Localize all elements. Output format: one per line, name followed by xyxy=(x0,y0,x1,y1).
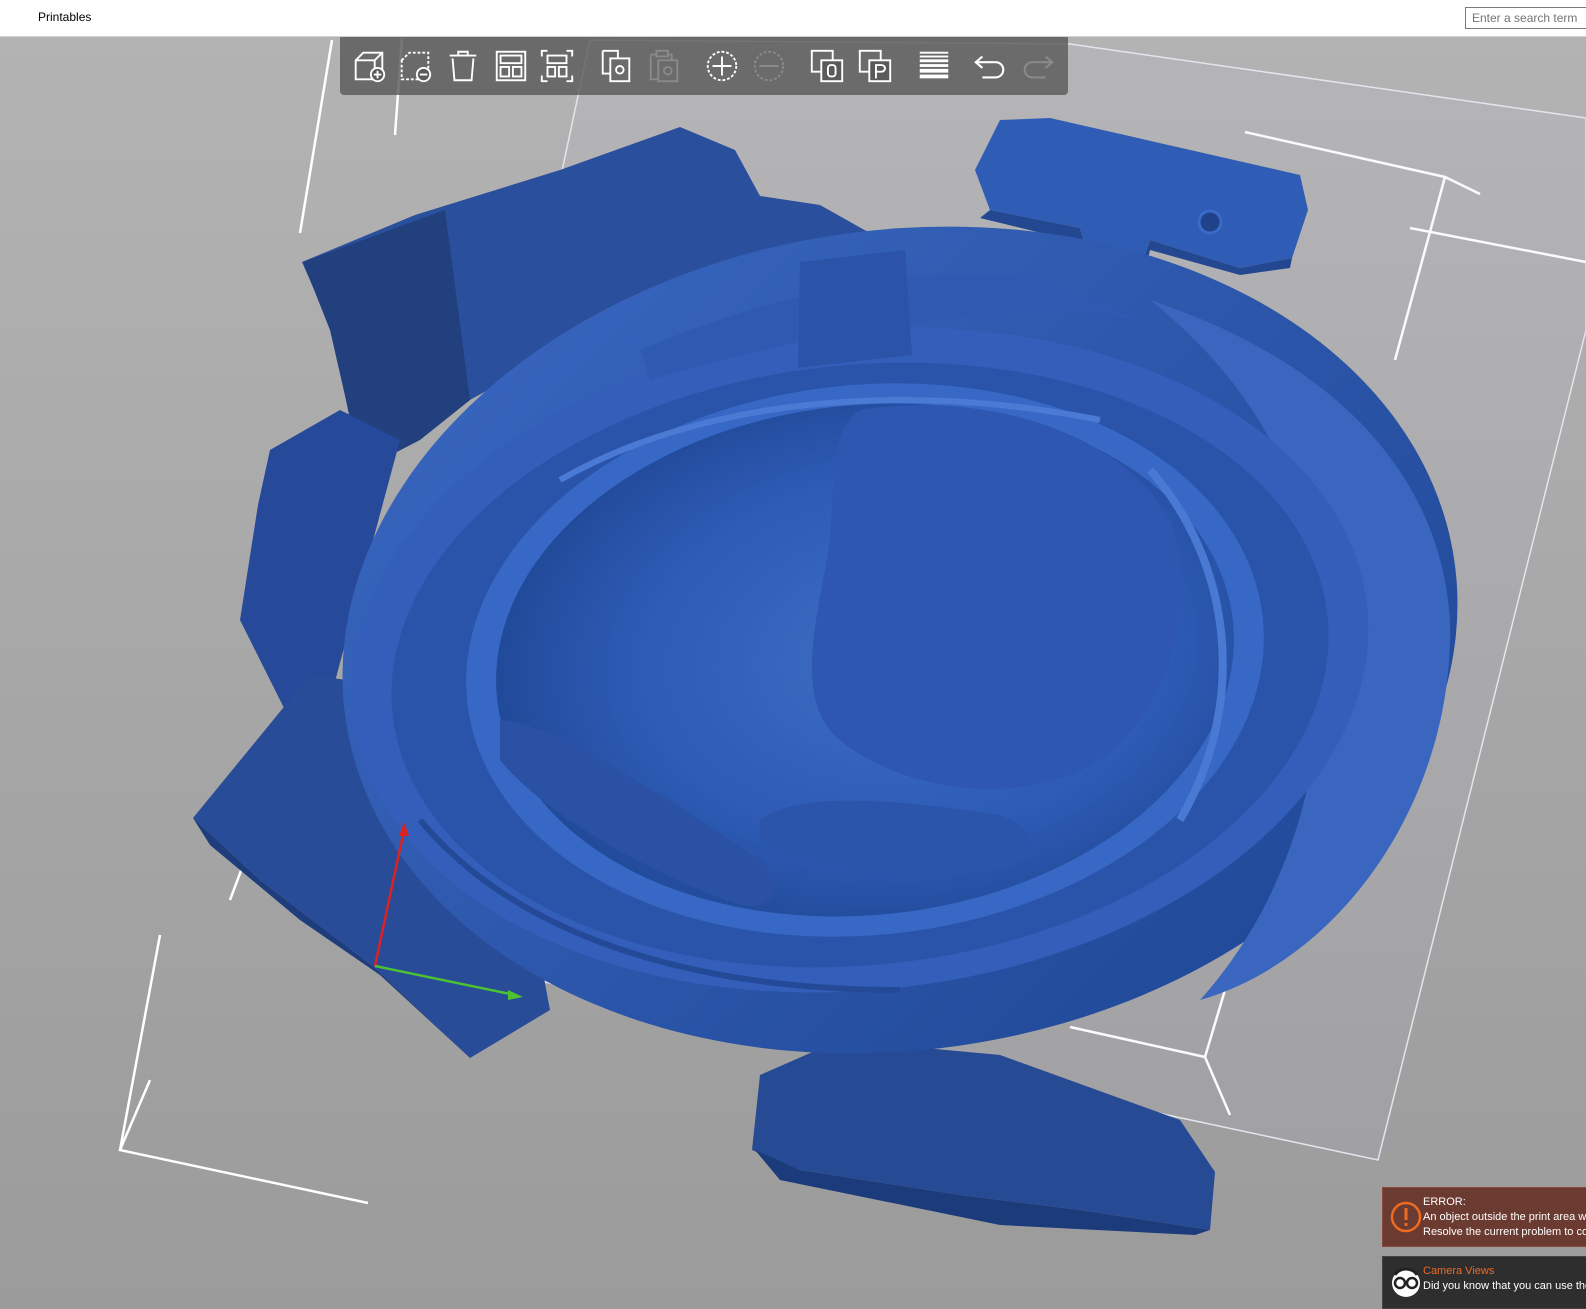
error-icon xyxy=(1390,1201,1422,1233)
add-button[interactable] xyxy=(348,45,390,87)
remove-instance-icon xyxy=(753,50,785,82)
split-objects-icon xyxy=(810,49,844,83)
split-objects-button[interactable] xyxy=(806,45,848,87)
delete-icon xyxy=(400,51,432,83)
delete-button[interactable] xyxy=(394,45,436,87)
split-parts-icon xyxy=(858,49,892,83)
undo-button[interactable] xyxy=(969,45,1011,87)
hint-title[interactable]: Camera Views xyxy=(1423,1265,1494,1277)
paste-button[interactable] xyxy=(643,45,685,87)
hint-mascot-icon xyxy=(1392,1267,1420,1297)
copy-icon xyxy=(601,49,631,83)
top-bar: Printables xyxy=(0,0,1586,37)
3d-scene xyxy=(118,37,1586,1235)
arrange-selection-button[interactable] xyxy=(536,45,578,87)
error-instruction: Resolve the current problem to continue … xyxy=(1423,1226,1586,1238)
main-toolbar xyxy=(340,37,1068,95)
error-notification[interactable]: ERROR: An object outside the print area … xyxy=(1382,1187,1586,1247)
error-title: ERROR: xyxy=(1423,1196,1466,1208)
hint-message: Did you know that you can use the number… xyxy=(1423,1280,1586,1292)
arrange-selection-icon xyxy=(540,49,574,83)
variable-layer-height-button[interactable] xyxy=(913,45,955,87)
error-message: An object outside the print area was det… xyxy=(1423,1211,1586,1223)
add-icon xyxy=(354,51,386,83)
arrange-button[interactable] xyxy=(490,45,532,87)
add-instance-icon xyxy=(706,50,738,82)
redo-icon xyxy=(1023,55,1054,79)
delete-all-button[interactable] xyxy=(442,45,484,87)
3d-viewport[interactable] xyxy=(0,37,1586,1309)
arrange-icon xyxy=(495,50,527,82)
redo-button[interactable] xyxy=(1017,45,1059,87)
remove-instance-button[interactable] xyxy=(748,45,790,87)
copy-button[interactable] xyxy=(595,45,637,87)
add-instance-button[interactable] xyxy=(701,45,743,87)
hint-notification[interactable]: Camera Views Did you know that you can u… xyxy=(1382,1256,1586,1309)
undo-icon xyxy=(974,55,1005,79)
split-parts-button[interactable] xyxy=(854,45,896,87)
paste-icon xyxy=(649,49,679,83)
variable-layer-height-icon xyxy=(919,51,949,79)
search-input[interactable] xyxy=(1465,7,1586,29)
printables-tab[interactable]: Printables xyxy=(38,10,91,24)
delete-all-icon xyxy=(449,50,477,82)
